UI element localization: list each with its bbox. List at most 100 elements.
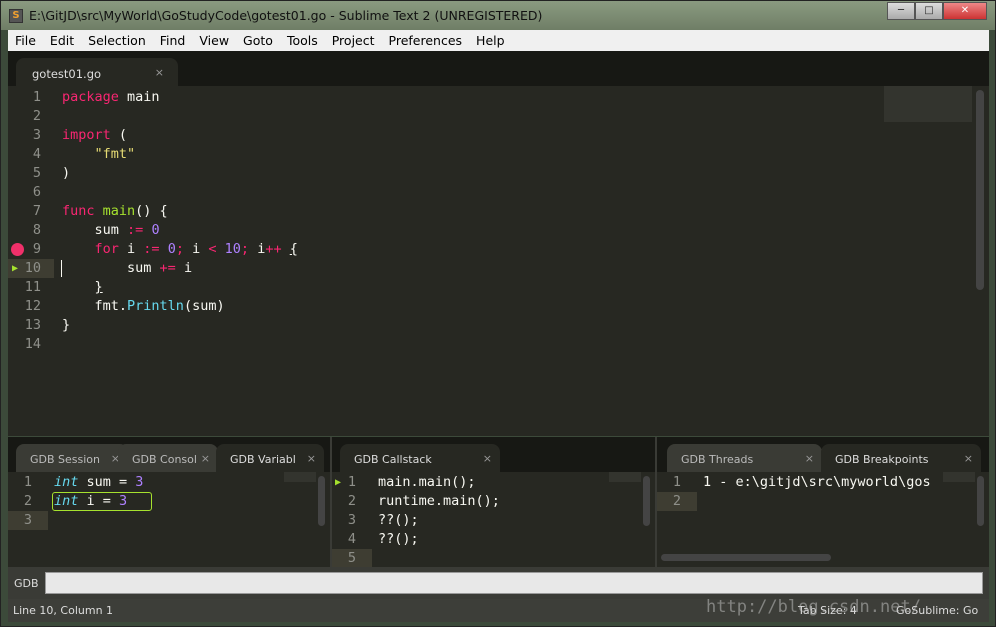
code-token: i	[118, 241, 144, 257]
pane-content[interactable]: 1 int sum = 3 2 int i = 33	[8, 472, 330, 567]
code-text: sum := 0	[62, 221, 160, 240]
close-tab-icon[interactable]: ×	[155, 66, 164, 79]
code-text: main.main();	[378, 473, 476, 492]
line-number: 11	[24, 279, 41, 295]
code-line[interactable]: 7 func main() {	[8, 202, 888, 221]
code-text: runtime.main();	[378, 492, 500, 511]
menu-tools[interactable]: Tools	[280, 33, 325, 48]
tab-gdb-variabl[interactable]: GDB Variabl ×	[216, 444, 324, 472]
tab-gdb-callstack[interactable]: GDB Callstack ×	[340, 444, 500, 472]
pane-line: 2	[657, 492, 959, 511]
minimize-button[interactable]: ─	[887, 2, 915, 20]
code-line[interactable]: 9 for i := 0; i < 10; i++ {	[8, 240, 888, 259]
pane-minimap[interactable]	[943, 472, 975, 482]
code-token: ??();	[378, 512, 419, 528]
gdb-pane: GDB Session × GDB Consol × GDB Variabl × 1 int …	[8, 437, 332, 567]
code-token: sum =	[78, 474, 136, 490]
menu-help[interactable]: Help	[469, 33, 512, 48]
code-token: ;	[240, 241, 250, 257]
line-number: 2	[672, 493, 681, 509]
line-number: 10	[24, 260, 41, 276]
menu-goto[interactable]: Goto	[236, 33, 280, 48]
menu-edit[interactable]: Edit	[43, 33, 81, 48]
close-tab-icon[interactable]: ×	[964, 452, 973, 465]
code-line[interactable]: ▶ 10 sum += i	[8, 259, 888, 278]
close-button[interactable]: ✕	[943, 2, 987, 20]
horizontal-scrollbar[interactable]	[661, 554, 831, 561]
vertical-scrollbar[interactable]	[977, 476, 984, 526]
vertical-scrollbar[interactable]	[643, 476, 650, 526]
code-line[interactable]: 8 sum := 0	[8, 221, 888, 240]
code-token: {	[289, 241, 298, 257]
code-token: package	[62, 89, 119, 105]
tab-gdb-consol[interactable]: GDB Consol ×	[118, 444, 218, 472]
close-tab-icon[interactable]: ×	[805, 452, 814, 465]
pane-content[interactable]: ▶ 1 main.main(); 2 runtime.main(); 3 ??(); 4 ??(…	[332, 472, 655, 568]
pane-line: 3	[8, 511, 300, 530]
code-line[interactable]: 5)	[8, 164, 888, 183]
vertical-scrollbar[interactable]	[976, 90, 984, 290]
code-token: ;	[175, 241, 184, 257]
code-line[interactable]: 14	[8, 335, 888, 354]
pane-minimap[interactable]	[609, 472, 641, 482]
close-tab-icon[interactable]: ×	[483, 452, 492, 465]
line-number: 13	[24, 317, 41, 333]
code-line[interactable]: 11 }	[8, 278, 888, 297]
code-text: func main() {	[62, 202, 168, 221]
line-number: 12	[24, 298, 41, 314]
vertical-scrollbar[interactable]	[318, 476, 325, 526]
code-token: +=	[159, 260, 176, 276]
code-text: ??();	[378, 511, 419, 530]
pane-tab-bar: GDB Callstack ×	[332, 437, 655, 472]
line-number: 2	[32, 108, 41, 124]
tab-gdb-breakpoints[interactable]: GDB Breakpoints ×	[821, 444, 981, 472]
menu-find[interactable]: Find	[153, 33, 193, 48]
minimap[interactable]	[884, 86, 972, 122]
code-text: }	[62, 316, 70, 335]
gdb-command-input[interactable]	[44, 572, 983, 594]
line-number: 9	[32, 241, 41, 257]
pane-minimap[interactable]	[284, 472, 316, 482]
code-token: 0	[151, 222, 160, 238]
pane-line: ▶ 1 main.main();	[332, 473, 625, 492]
tab-gdb-session[interactable]: GDB Session ×	[16, 444, 128, 472]
gdb-pane: GDB Callstack × ▶ 1 main.main(); 2 runtime.mai…	[332, 437, 657, 568]
menu-view[interactable]: View	[192, 33, 236, 48]
pane-line: 1 1 - e:\gitjd\src\myworld\gos	[657, 473, 959, 492]
code-line[interactable]: 1 package main	[8, 88, 888, 107]
code-text: ??();	[378, 530, 419, 549]
code-line[interactable]: 4 "fmt"	[8, 145, 888, 164]
line-number: 7	[32, 203, 41, 219]
tab-label: GDB Callstack	[354, 453, 432, 466]
code-line[interactable]: 6	[8, 183, 888, 202]
code-token: (	[110, 127, 128, 143]
tab-gotest01[interactable]: gotest01.go ×	[16, 58, 178, 86]
tab-gdb-threads[interactable]: GDB Threads ×	[667, 444, 822, 472]
code-text: "fmt"	[62, 145, 136, 164]
code-line[interactable]: 2	[8, 107, 888, 126]
code-line[interactable]: 3 import (	[8, 126, 888, 145]
pane-tab-bar: GDB Session × GDB Consol × GDB Variabl ×	[8, 437, 330, 472]
line-number: 3	[32, 127, 41, 143]
menu-preferences[interactable]: Preferences	[382, 33, 470, 48]
code-line[interactable]: 12 fmt.Println(sum)	[8, 297, 888, 316]
menu-selection[interactable]: Selection	[81, 33, 153, 48]
code-editor[interactable]: 1 package main 2 3 import (4 "fmt" 5) 6 7 func m…	[8, 86, 989, 436]
code-line[interactable]: 13}	[8, 316, 888, 335]
menu-project[interactable]: Project	[325, 33, 382, 48]
close-tab-icon[interactable]: ×	[307, 452, 316, 465]
watermark: http://blog.csdn.net/	[706, 597, 921, 617]
line-number: 4	[347, 531, 356, 547]
pane-content[interactable]: 1 1 - e:\gitjd\src\myworld\gos 2	[657, 472, 989, 567]
menu-file[interactable]: File	[8, 33, 43, 48]
close-tab-icon[interactable]: ×	[201, 452, 210, 465]
line-number: 6	[32, 184, 41, 200]
sublime-window: S E:\GitJD\src\MyWorld\GoStudyCode\gotes…	[0, 0, 996, 627]
tab-label: GDB Session	[30, 453, 101, 466]
line-number: 14	[24, 336, 41, 352]
gdb-pane: GDB Threads × GDB Breakpoints × 1 1 - e:\gitj…	[657, 437, 989, 567]
maximize-button[interactable]: □	[915, 2, 943, 20]
